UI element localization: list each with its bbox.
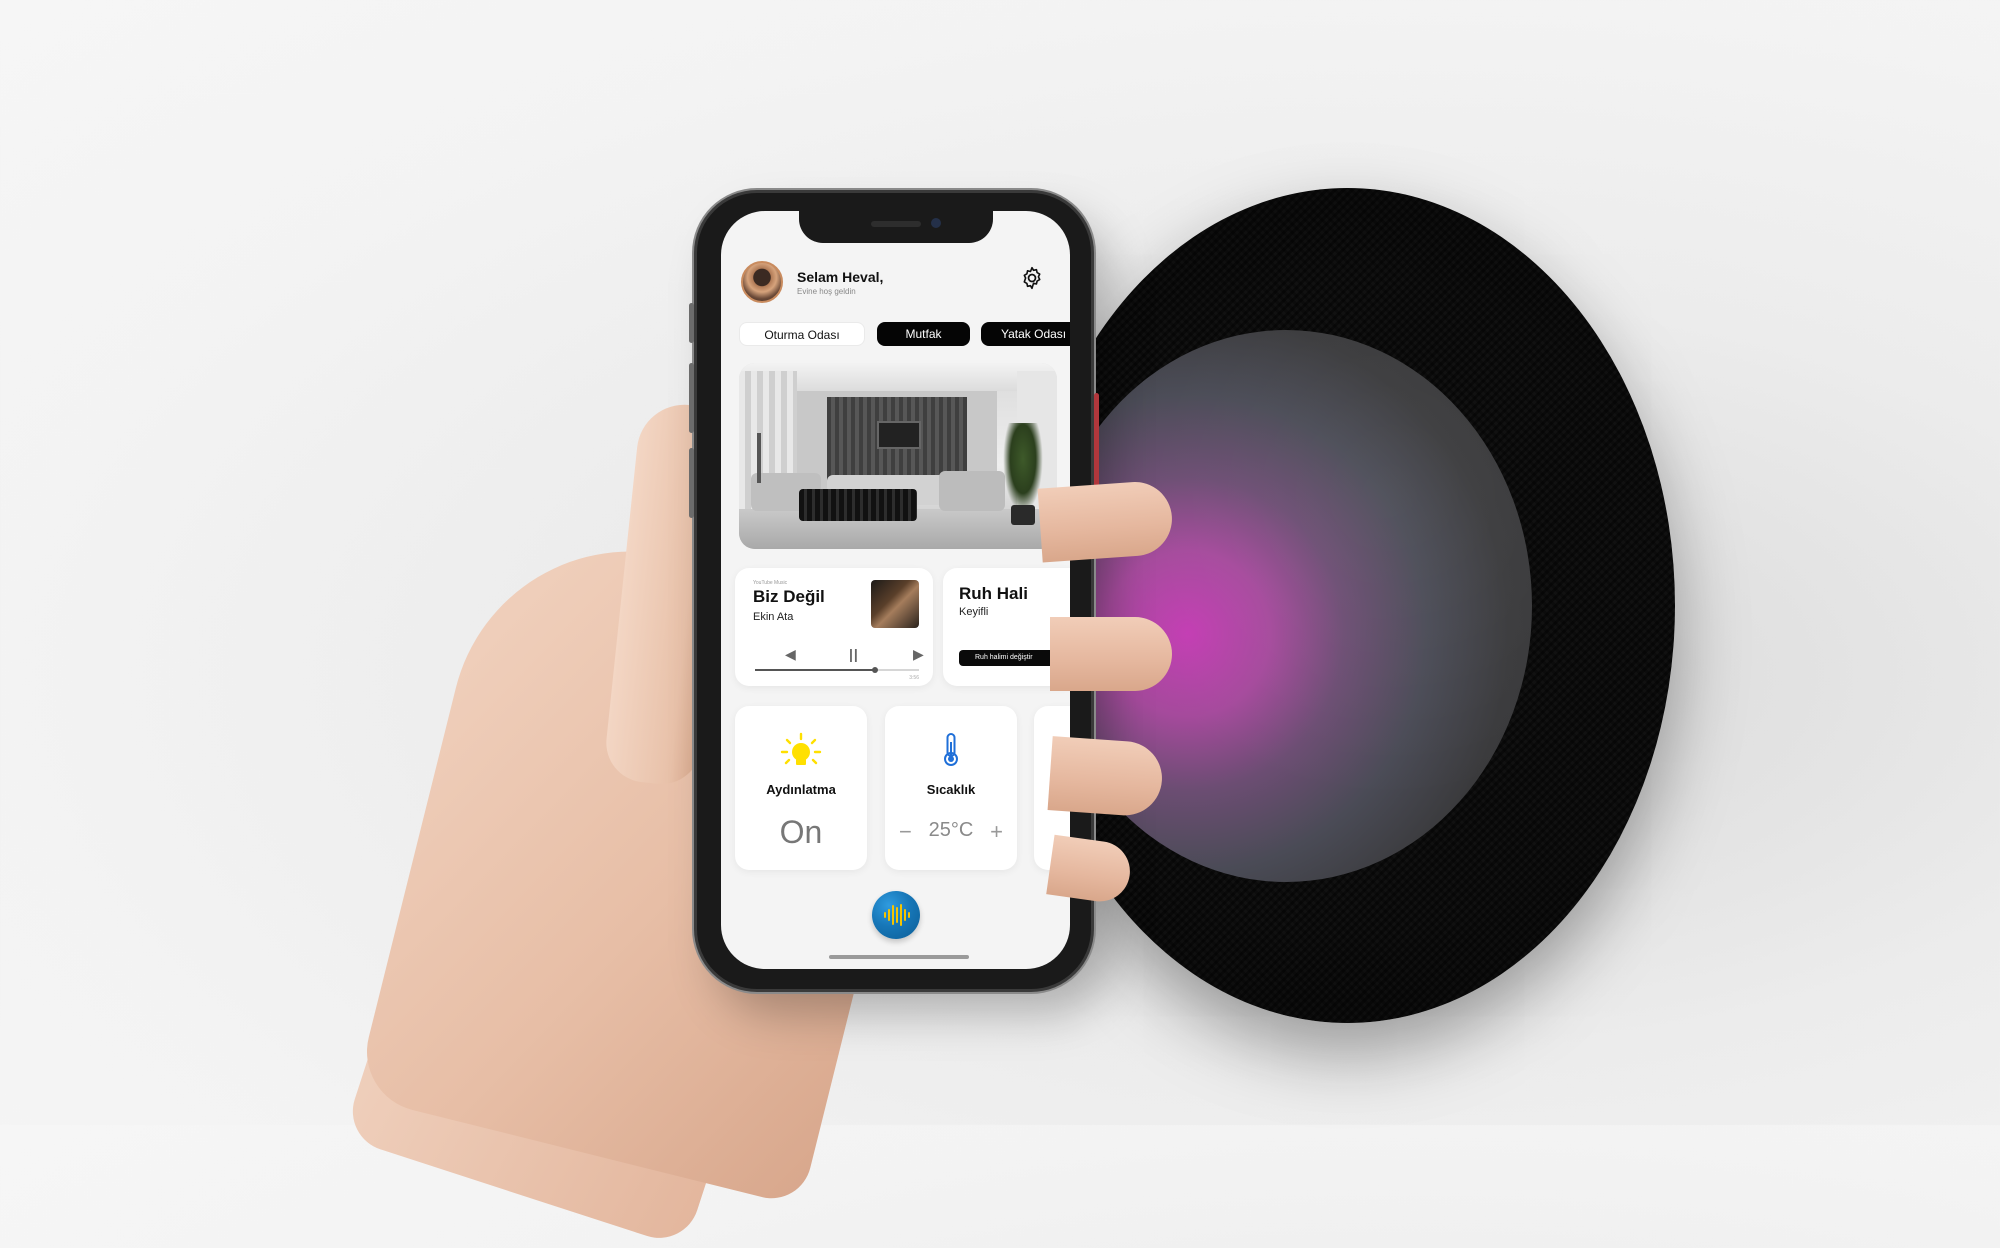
ring-finger — [1047, 736, 1165, 818]
middle-finger — [1050, 617, 1172, 691]
phone-notch — [799, 211, 993, 243]
pause-button[interactable]: || — [849, 646, 859, 662]
light-bulb-icon — [780, 732, 822, 765]
music-player-card: YouTube Music Biz Değil Ekin Ata ◀ || ▶ … — [735, 568, 933, 686]
room-sofa-right — [939, 471, 1005, 511]
temperature-row: − 25°C + — [885, 819, 1017, 845]
index-finger — [1037, 479, 1175, 563]
temperature-tile: Sıcaklık − 25°C + — [885, 706, 1017, 870]
user-avatar[interactable] — [741, 261, 783, 303]
next-button[interactable]: ▶ — [913, 646, 924, 663]
previous-button[interactable]: ◀ — [785, 646, 796, 663]
earpiece — [871, 221, 921, 227]
music-source: YouTube Music — [753, 580, 788, 586]
lighting-tile[interactable]: Aydınlatma On — [735, 706, 867, 870]
room-plant — [1003, 423, 1043, 513]
room-tv — [877, 421, 921, 449]
greeting-subtitle: Evine hoş geldin — [797, 287, 856, 296]
progress-track[interactable] — [755, 667, 919, 673]
thermometer-icon — [944, 733, 958, 766]
song-title: Biz Değil — [753, 587, 825, 606]
room-plant-pot — [1011, 505, 1035, 525]
room-photo[interactable] — [739, 363, 1057, 549]
app-screen: Selam Heval, Evine hoş geldin Oturma Oda… — [721, 211, 1070, 969]
room-bench — [799, 489, 917, 521]
mood-value: Keyifli — [959, 606, 989, 618]
track-time: 3:56 — [909, 675, 919, 681]
temperature-increase-button[interactable]: + — [990, 819, 1003, 845]
voice-waveform-icon — [884, 904, 910, 926]
home-indicator[interactable] — [829, 955, 969, 959]
room-tabs: Oturma Odası Mutfak Yatak Odası — [739, 322, 1070, 346]
phone-mute-switch — [689, 303, 694, 343]
tab-mutfak[interactable]: Mutfak — [877, 322, 970, 346]
temperature-label: Sıcaklık — [926, 782, 976, 797]
temperature-decrease-button[interactable]: − — [899, 819, 912, 845]
mood-title: Ruh Hali — [959, 584, 1028, 603]
album-cover — [871, 580, 919, 628]
lighting-label: Aydınlatma — [766, 782, 836, 797]
progress-knob[interactable] — [871, 667, 878, 673]
greeting-text: Selam Heval, — [797, 269, 884, 285]
progress-fill — [755, 669, 875, 671]
voice-assistant-button[interactable] — [872, 891, 920, 939]
phone-volume-up — [689, 363, 694, 433]
app-header: Selam Heval, Evine hoş geldin — [741, 259, 1051, 307]
room-lamp — [757, 433, 761, 483]
lighting-value: On — [779, 814, 823, 850]
phone-volume-down — [689, 448, 694, 518]
front-camera — [931, 218, 941, 228]
smartphone: Selam Heval, Evine hoş geldin Oturma Oda… — [689, 193, 1099, 989]
gear-icon[interactable] — [1019, 265, 1045, 291]
song-artist: Ekin Ata — [753, 611, 794, 623]
temperature-value: 25°C — [928, 819, 974, 841]
tab-yatak-odasi[interactable]: Yatak Odası — [981, 322, 1070, 346]
tab-oturma-odasi[interactable]: Oturma Odası — [739, 322, 865, 346]
